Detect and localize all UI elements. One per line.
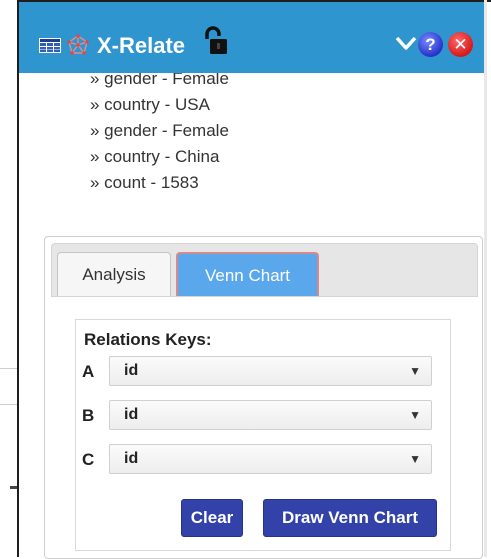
background-divider xyxy=(0,368,17,369)
window-titlebar: X-Relate ? ✕ xyxy=(19,2,484,73)
draw-venn-chart-button[interactable]: Draw Venn Chart xyxy=(263,499,437,537)
result-item: » gender - Female xyxy=(90,121,229,140)
tab-bar: Analysis Venn Chart xyxy=(51,243,478,297)
dropdown-arrow-icon: ▼ xyxy=(409,452,421,466)
key-c-select[interactable]: id ▼ xyxy=(109,444,432,474)
relations-keys-title: Relations Keys: xyxy=(84,330,212,349)
result-item: » country - USA xyxy=(90,95,210,114)
key-letter-a: A xyxy=(82,362,95,381)
window-border xyxy=(17,0,491,2)
key-letter-c: C xyxy=(82,450,95,469)
dropdown-arrow-icon: ▼ xyxy=(409,364,421,378)
key-c-value: id xyxy=(124,450,139,467)
result-item: » country - China xyxy=(90,147,220,166)
network-icon xyxy=(67,34,89,55)
key-b-value: id xyxy=(124,406,139,423)
background-divider xyxy=(0,404,17,405)
help-icon[interactable]: ? xyxy=(418,32,443,57)
tab-venn-chart[interactable]: Venn Chart xyxy=(176,252,319,296)
chevron-down-icon[interactable] xyxy=(394,32,418,54)
key-b-select[interactable]: id ▼ xyxy=(109,400,432,430)
close-icon[interactable]: ✕ xyxy=(448,32,473,57)
dropdown-arrow-icon: ▼ xyxy=(409,408,421,422)
tab-analysis[interactable]: Analysis xyxy=(57,252,171,296)
window-border xyxy=(484,0,487,557)
key-a-value: id xyxy=(124,362,139,379)
result-item: » count - 1583 xyxy=(90,173,199,192)
window-title: X-Relate xyxy=(97,33,186,58)
background-mark xyxy=(10,486,17,489)
grid-icon[interactable] xyxy=(39,38,61,53)
background-page xyxy=(0,0,17,557)
results-list: » gender - Female » country - USA » gend… xyxy=(90,66,450,196)
unlock-icon[interactable] xyxy=(203,26,229,56)
window-border xyxy=(17,2,19,557)
clear-button[interactable]: Clear xyxy=(181,499,243,537)
tab-panel: Analysis Venn Chart Relations Keys: A id… xyxy=(44,236,483,559)
key-a-select[interactable]: id ▼ xyxy=(109,356,432,386)
key-letter-b: B xyxy=(82,406,95,425)
